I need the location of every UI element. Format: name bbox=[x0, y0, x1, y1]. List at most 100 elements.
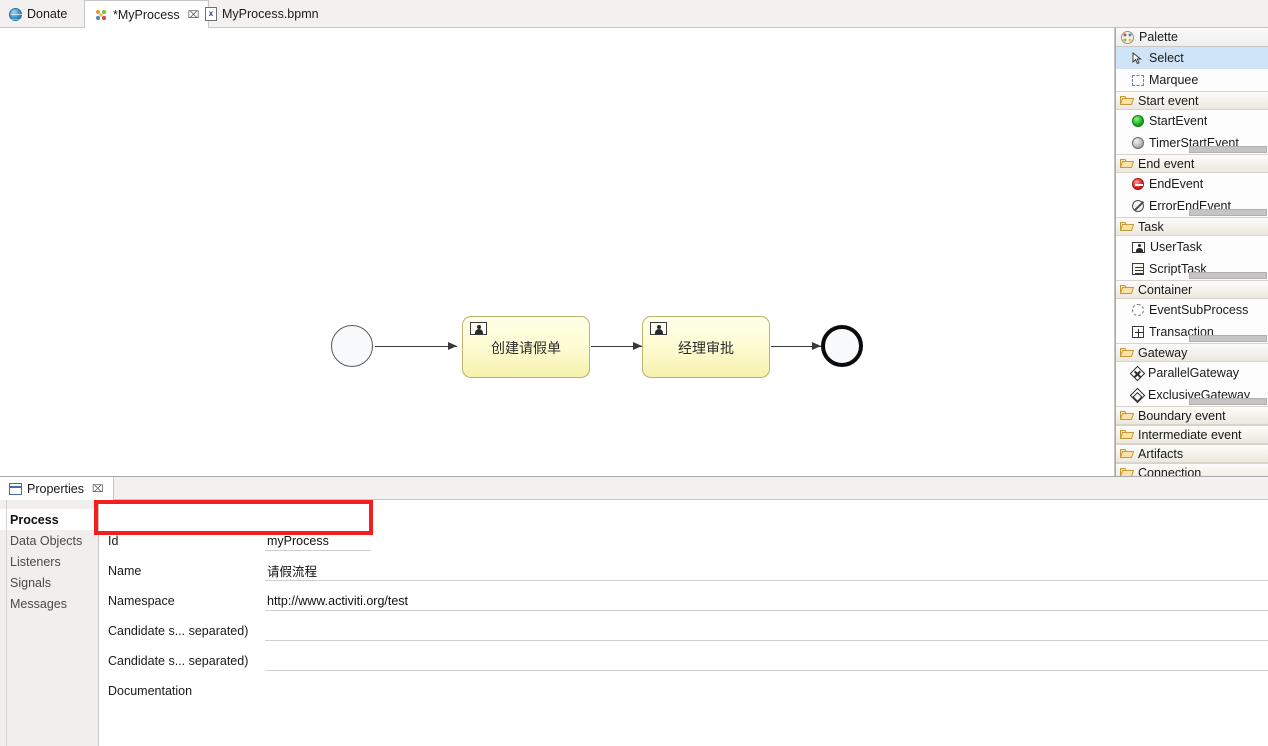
side-tab-signals[interactable]: Signals bbox=[0, 572, 98, 593]
palette-item-endevent-label: EndEvent bbox=[1149, 177, 1203, 191]
documentation-field[interactable] bbox=[265, 681, 1268, 746]
form-row-namespace: Namespace bbox=[99, 588, 1268, 617]
palette-title-label: Palette bbox=[1139, 30, 1178, 44]
form-row-candidate-starter-users: Candidate s... separated) bbox=[99, 618, 1268, 647]
palette-item-marquee-label: Marquee bbox=[1149, 73, 1198, 87]
properties-body: Process Data Objects Listeners Signals M… bbox=[0, 500, 1268, 746]
folder-icon bbox=[1120, 429, 1134, 440]
cursor-arrow-icon bbox=[1132, 52, 1144, 65]
arrow-head-icon bbox=[812, 342, 821, 350]
plus-box-icon bbox=[1132, 326, 1144, 338]
palette-group-gateway-label: Gateway bbox=[1138, 346, 1187, 360]
palette-item-parallelgateway[interactable]: ParallelGateway bbox=[1116, 362, 1268, 384]
user-task-icon bbox=[650, 322, 667, 335]
user-task-icon bbox=[1132, 242, 1145, 253]
tab-myprocess[interactable]: *MyProcess ⌧ bbox=[84, 0, 209, 29]
parallel-gateway-icon bbox=[1130, 365, 1146, 381]
tab-donate-label: Donate bbox=[27, 7, 67, 21]
palette-group-gateway[interactable]: Gateway bbox=[1116, 343, 1268, 362]
palette-group-artifacts-label: Artifacts bbox=[1138, 447, 1183, 461]
tab-myprocess-bpmn-label: MyProcess.bpmn bbox=[222, 7, 319, 21]
palette-item-usertask[interactable]: UserTask bbox=[1116, 236, 1268, 258]
side-tab-listeners[interactable]: Listeners bbox=[0, 551, 98, 572]
palette-horizontal-scrollbar[interactable] bbox=[1189, 398, 1267, 405]
palette-item-startevent[interactable]: StartEvent bbox=[1116, 110, 1268, 132]
id-field[interactable] bbox=[265, 531, 371, 551]
user-task-node-1[interactable]: 创建请假单 bbox=[462, 316, 590, 378]
palette-item-eventsubprocess-label: EventSubProcess bbox=[1149, 303, 1248, 317]
palette-group-connection[interactable]: Connection bbox=[1116, 463, 1268, 476]
timer-circle-icon bbox=[1132, 137, 1144, 149]
tab-myprocess-bpmn[interactable]: x MyProcess.bpmn bbox=[196, 0, 328, 28]
start-event-node[interactable] bbox=[331, 325, 373, 367]
palette-item-errorendevent[interactable]: ErrorEndEvent bbox=[1116, 195, 1268, 217]
user-task-node-2[interactable]: 经理审批 bbox=[642, 316, 770, 378]
script-task-icon bbox=[1132, 263, 1144, 275]
palette-horizontal-scrollbar[interactable] bbox=[1189, 335, 1267, 342]
arrow-head-icon bbox=[448, 342, 457, 350]
namespace-field[interactable] bbox=[265, 591, 1268, 611]
palette-item-select-label: Select bbox=[1149, 51, 1184, 65]
side-tab-listeners-label: Listeners bbox=[10, 555, 61, 569]
palette-horizontal-scrollbar[interactable] bbox=[1189, 272, 1267, 279]
close-icon[interactable]: ⌧ bbox=[92, 484, 104, 495]
editor-tab-bar: Donate *MyProcess ⌧ x MyProcess.bpmn bbox=[0, 0, 1268, 28]
end-event-node[interactable] bbox=[821, 325, 863, 367]
sequence-flow-task1-to-task2[interactable] bbox=[591, 342, 642, 351]
palette-group-task[interactable]: Task bbox=[1116, 217, 1268, 236]
user-task-label-2: 经理审批 bbox=[643, 338, 769, 358]
palette-group-boundary-event[interactable]: Boundary event bbox=[1116, 406, 1268, 425]
tab-donate[interactable]: Donate bbox=[0, 0, 76, 28]
folder-icon bbox=[1120, 95, 1134, 106]
palette-title: Palette bbox=[1116, 28, 1268, 47]
palette-item-marquee[interactable]: Marquee bbox=[1116, 69, 1268, 91]
side-tab-data-objects[interactable]: Data Objects bbox=[0, 530, 98, 551]
palette-group-artifacts[interactable]: Artifacts bbox=[1116, 444, 1268, 463]
palette-group-task-label: Task bbox=[1138, 220, 1164, 234]
candidate-starter-groups-field[interactable] bbox=[265, 651, 1268, 671]
tab-properties-label: Properties bbox=[27, 482, 84, 496]
side-tab-messages[interactable]: Messages bbox=[0, 593, 98, 614]
sequence-flow-start-to-task1[interactable] bbox=[375, 342, 457, 351]
palette-group-container[interactable]: Container bbox=[1116, 280, 1268, 299]
candidate-starter-users-field[interactable] bbox=[265, 621, 1268, 641]
palette-horizontal-scrollbar[interactable] bbox=[1189, 146, 1267, 153]
dashed-circle-icon bbox=[1132, 304, 1144, 316]
palette-group-start-event-label: Start event bbox=[1138, 94, 1198, 108]
palette-group-intermediate-event[interactable]: Intermediate event bbox=[1116, 425, 1268, 444]
arrow-head-icon bbox=[633, 342, 642, 350]
folder-icon bbox=[1120, 158, 1134, 169]
properties-view-tabbar: Properties ⌧ bbox=[0, 477, 1268, 500]
marquee-icon bbox=[1132, 75, 1144, 86]
palette-item-endevent[interactable]: EndEvent bbox=[1116, 173, 1268, 195]
exclusive-gateway-icon bbox=[1130, 387, 1146, 403]
bpmn-diagram-canvas[interactable]: 创建请假单 经理审批 bbox=[0, 28, 1115, 476]
palette-item-timerstartevent[interactable]: TimerStartEvent bbox=[1116, 132, 1268, 154]
palette-group-boundary-event-label: Boundary event bbox=[1138, 409, 1226, 423]
palette-item-eventsubprocess[interactable]: EventSubProcess bbox=[1116, 299, 1268, 321]
candidate-starter-users-label: Candidate s... separated) bbox=[108, 624, 248, 638]
palette-item-transaction[interactable]: Transaction bbox=[1116, 321, 1268, 343]
palette-item-scripttask[interactable]: ScriptTask bbox=[1116, 258, 1268, 280]
red-circle-icon bbox=[1132, 178, 1144, 190]
activiti-diagram-icon bbox=[94, 8, 108, 22]
folder-icon bbox=[1120, 284, 1134, 295]
side-tab-process-label: Process bbox=[10, 513, 59, 527]
palette-item-select[interactable]: Select bbox=[1116, 47, 1268, 69]
globe-icon bbox=[9, 8, 22, 21]
user-task-icon bbox=[470, 322, 487, 335]
folder-icon bbox=[1120, 467, 1134, 476]
palette-item-exclusivegateway[interactable]: ExclusiveGateway bbox=[1116, 384, 1268, 406]
properties-view: Properties ⌧ Process Data Objects Listen… bbox=[0, 476, 1268, 746]
palette-group-end-event[interactable]: End event bbox=[1116, 154, 1268, 173]
folder-icon bbox=[1120, 221, 1134, 232]
palette-horizontal-scrollbar[interactable] bbox=[1189, 209, 1267, 216]
palette-group-intermediate-event-label: Intermediate event bbox=[1138, 428, 1242, 442]
tab-properties[interactable]: Properties ⌧ bbox=[0, 477, 114, 501]
name-field[interactable] bbox=[265, 561, 1268, 581]
tab-myprocess-label: *MyProcess bbox=[113, 8, 180, 22]
sequence-flow-task2-to-end[interactable] bbox=[771, 342, 821, 351]
side-tab-process[interactable]: Process bbox=[0, 509, 98, 530]
folder-icon bbox=[1120, 448, 1134, 459]
palette-group-start-event[interactable]: Start event bbox=[1116, 91, 1268, 110]
